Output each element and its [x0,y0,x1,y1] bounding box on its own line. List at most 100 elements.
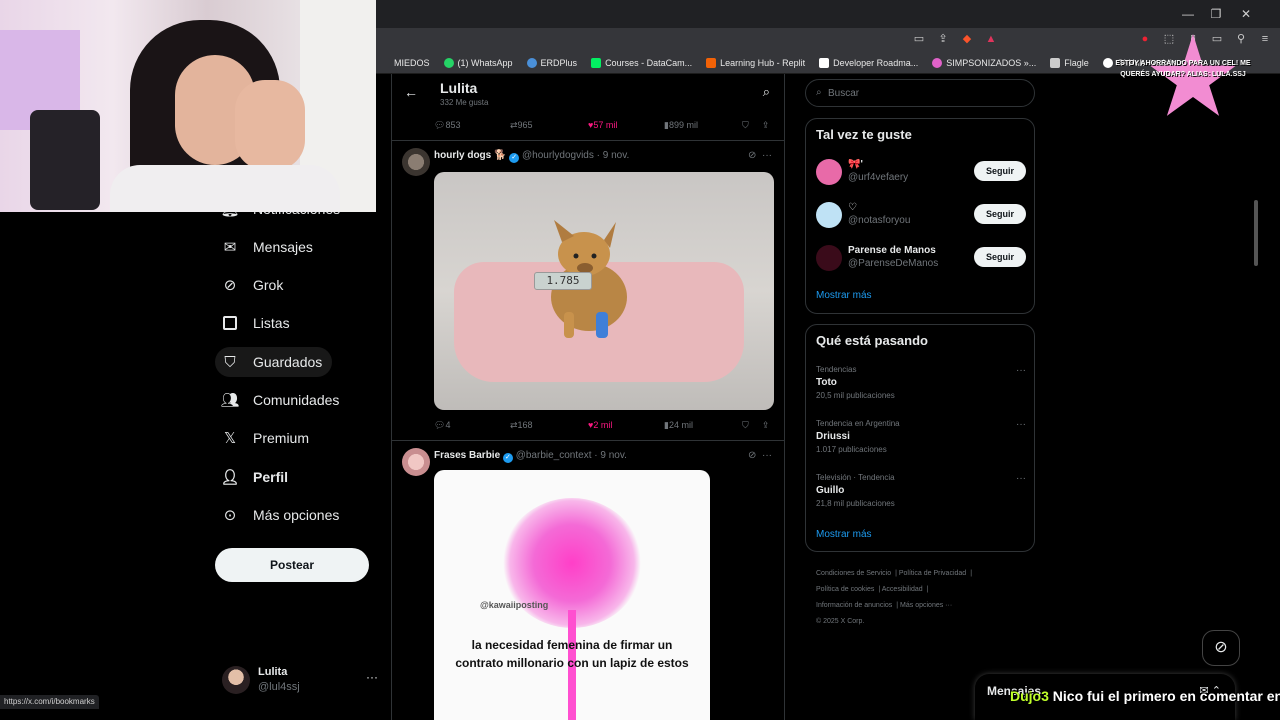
more-circle-icon: ⊙ [223,507,237,524]
tweet-author-name[interactable]: Frases Barbie [434,450,500,461]
sidebar-item-comunidades[interactable]: 👥︎ Comunidades [215,385,349,415]
rewards-icon[interactable]: ▲ [984,32,998,46]
tweet-media-image[interactable]: @kawaiiposting la necesidad femenina de … [434,470,710,720]
tweet-tools: ⊘ ··· [748,150,772,161]
card-title: Tal vez te guste [816,127,912,142]
tweet-media-image[interactable]: 1.785 [434,172,774,410]
share-icon[interactable]: ⇪ [936,32,950,46]
more-icon[interactable]: ··· [1016,473,1026,484]
who-to-follow-card: Tal vez te guste 🎀' @urf4vefaery Seguir … [805,118,1035,314]
like-button[interactable]: ♥ 2 mil [588,420,612,430]
minimize-icon[interactable]: — [1180,6,1196,22]
more-icon[interactable]: ··· [762,150,772,161]
sidebar-item-premium[interactable]: 𝕏 Premium [215,423,319,453]
bookmark-item[interactable]: Learning Hub - Replit [706,57,806,68]
repost-button[interactable]: ⇄ 965 [510,120,533,131]
footer-link[interactable]: Condiciones de Servicio [816,570,891,577]
reply-button[interactable]: 💬︎ 853 [434,120,460,131]
follow-button[interactable]: Seguir [974,204,1026,224]
sidebar-item-mensajes[interactable]: ✉ Mensajes [215,232,323,262]
views-button[interactable]: ▮ 899 mil [664,120,698,131]
like-count: 2 mil [593,420,613,430]
bookmark-icon[interactable]: ⛉ [742,420,749,431]
maximize-icon[interactable]: ❐ [1208,6,1224,22]
trend-item[interactable]: Tendencia en Argentina Driussi 1.017 pub… [816,419,1026,463]
follow-button[interactable]: Seguir [974,161,1026,181]
tweet-date[interactable]: · 9 nov. [594,450,627,461]
cast-icon[interactable]: ▭ [912,32,926,46]
more-icon[interactable]: ··· [1016,419,1026,430]
tweet-author-name[interactable]: hourly dogs 🐕 [434,150,506,161]
scrollbar[interactable] [1254,200,1258,266]
search-icon: ⌕ [816,87,822,98]
bookmark-item[interactable]: Developer Roadma... [819,57,918,68]
suggested-user[interactable]: Parense de Manos @ParenseDeManos Seguir [816,243,1026,273]
footer-link[interactable]: Accesibilidad [882,586,923,593]
grok-icon[interactable]: ⊘ [748,450,756,461]
donation-text: ESTOY AHORRANDO PARA UN CEL! ME QUERÉS A… [1115,60,1251,78]
tweet-author-handle[interactable]: @hourlydogvids [522,150,594,161]
bookmark-item[interactable]: ERDPlus [526,57,577,68]
sidebar-item-grok[interactable]: ⊘ Grok [215,270,293,300]
trend-item[interactable]: Tendencias Toto 20,5 mil publicaciones ·… [816,365,1026,409]
more-icon[interactable]: ··· [762,450,772,461]
user-handle: @ParenseDeManos [848,258,939,269]
follow-button[interactable]: Seguir [974,247,1026,267]
share-icon[interactable]: ⇪ [762,420,770,431]
suggested-user[interactable]: 🎀' @urf4vefaery Seguir [816,157,1026,187]
more-icon[interactable]: ··· [1016,365,1026,376]
bookmark-item[interactable]: Courses - DataCam... [591,57,692,68]
back-arrow-icon[interactable]: ← [404,84,418,100]
views-button[interactable]: ▮ 24 mil [664,420,693,431]
footer-link[interactable]: Política de Privacidad [899,570,966,577]
bookmark-item[interactable]: (1) WhatsApp [443,57,513,68]
avatar[interactable] [402,148,430,176]
more-icon[interactable]: ··· [366,670,378,684]
post-button[interactable]: Postear [215,548,369,582]
page-subtitle: 332 Me gusta [440,98,489,107]
scale-display: 1.785 [534,272,592,290]
tweet-header: Frases Barbie ✓ @barbie_context · 9 nov. [434,450,627,463]
stream-chat-message: Dujo3 Nico fui el primero en comentar en [1010,688,1280,710]
tweet-date[interactable]: · 9 nov. [597,150,630,161]
grok-icon[interactable]: ⊘ [748,150,756,161]
sidebar-item-label: Mensajes [253,239,313,255]
bookmark-item[interactable]: MIEDOS [380,57,430,68]
sidebar-item-mas-opciones[interactable]: ⊙ Más opciones [215,500,349,530]
trend-item[interactable]: Televisión · Tendencia Guillo 21,8 mil p… [816,473,1026,517]
brave-shield-icon[interactable]: ◆ [960,32,974,46]
footer-link[interactable]: Información de anuncios [816,602,892,609]
sidebar-item-label: Grok [253,277,284,293]
sidebar-item-guardados[interactable]: ⛉ Guardados [215,347,333,377]
whatsapp-icon [443,57,454,68]
suggested-user[interactable]: ♡ @notasforyou Seguir [816,200,1026,230]
sidebar-item-listas[interactable]: Listas [215,308,300,338]
share-icon[interactable]: ⇪ [762,120,770,131]
reply-count: 4 [445,420,451,430]
like-button[interactable]: ♥ 57 mil [588,120,617,130]
footer-link[interactable]: Política de cookies [816,586,874,593]
trend-name: Toto [816,377,837,388]
avatar[interactable] [402,448,430,476]
envelope-icon: ✉ [223,239,237,256]
reply-button[interactable]: 💬︎ 4 [434,420,450,431]
search-icon[interactable]: ⌕ [763,84,770,100]
repost-button[interactable]: ⇄ 168 [510,420,533,431]
menu-icon[interactable]: ≡ [1258,32,1272,46]
search-input[interactable] [828,85,1018,101]
tweet-author-handle[interactable]: @barbie_context [516,450,592,461]
bookmark-icon[interactable]: ⛉ [742,120,749,131]
bookmark-item[interactable]: SIMPSONIZADOS »... [932,57,1036,68]
bookmark-item[interactable]: Flagle [1050,57,1089,68]
sidebar-item-perfil[interactable]: 👤︎ Perfil [215,462,298,492]
grok-icon[interactable]: ⊘ [1202,630,1240,666]
show-more-link[interactable]: Mostrar más [816,290,872,301]
show-more-link[interactable]: Mostrar más [816,529,872,540]
footer-link[interactable]: Más opciones ··· [900,602,952,609]
repost-count: 168 [517,420,533,430]
sidebar-item-label: Premium [253,430,310,446]
avatar [816,245,842,271]
profile-switcher[interactable]: Lulita @lul4ssj ··· [222,664,382,696]
close-icon[interactable]: ✕ [1238,6,1254,22]
bookmark-label: Learning Hub - Replit [720,57,806,68]
